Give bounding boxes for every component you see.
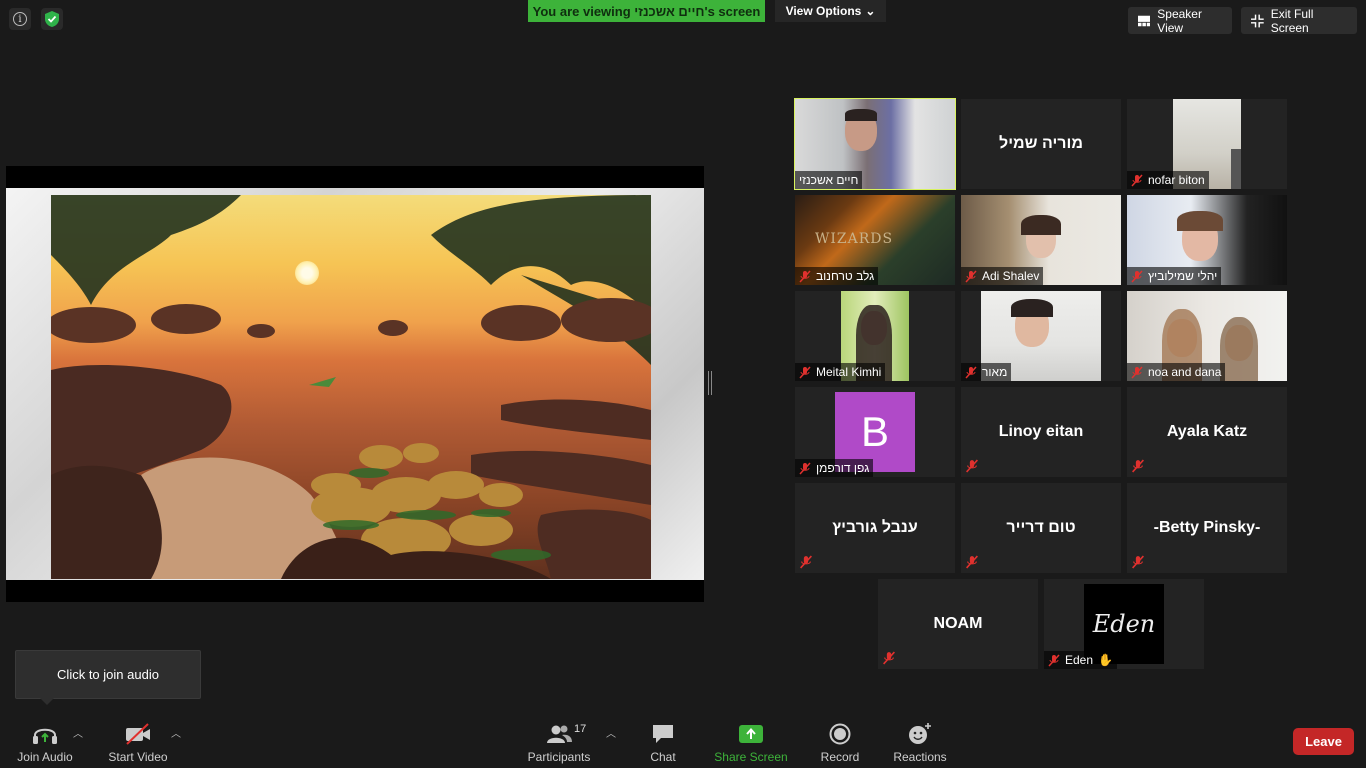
speaker-view-button[interactable]: Speaker View bbox=[1128, 6, 1232, 35]
participant-tile[interactable]: B גפן דורפמן bbox=[795, 387, 955, 477]
participant-tile[interactable]: יהלי שמילוביץ bbox=[1127, 195, 1287, 285]
participant-name-label: חיים אשכנזי bbox=[795, 171, 863, 189]
mic-muted-icon bbox=[965, 365, 977, 379]
banner-prefix: You are viewing bbox=[532, 3, 631, 19]
leave-button[interactable]: Leave bbox=[1293, 728, 1354, 755]
beach-illustration bbox=[51, 195, 651, 579]
record-icon bbox=[829, 723, 851, 745]
mic-muted-icon bbox=[1131, 269, 1143, 283]
share-screen-button[interactable]: Share Screen bbox=[714, 720, 788, 764]
participants-count: 17 bbox=[574, 723, 587, 735]
participant-name-label: Eden ✋ bbox=[1044, 651, 1117, 669]
start-video-label: Start Video bbox=[108, 750, 168, 764]
start-video-button[interactable]: Start Video bbox=[106, 720, 170, 764]
chat-button[interactable]: Chat bbox=[642, 720, 684, 764]
mic-muted-icon bbox=[799, 461, 811, 475]
record-label: Record bbox=[820, 750, 860, 764]
view-options-label: View Options bbox=[785, 4, 862, 18]
participant-tile[interactable]: Ayala Katz bbox=[1127, 387, 1287, 477]
mic-muted-icon bbox=[966, 555, 978, 569]
mic-muted-icon bbox=[1132, 555, 1144, 569]
participant-name-label: גפן דורפמן bbox=[795, 459, 874, 477]
mic-muted-icon bbox=[1131, 173, 1143, 187]
headphones-icon bbox=[33, 728, 57, 744]
participant-name: מוריה שמיל bbox=[999, 135, 1083, 152]
participant-tile[interactable]: -Betty Pinsky- bbox=[1127, 483, 1287, 573]
participant-tile[interactable]: ענבל גורביץ bbox=[795, 483, 955, 573]
participant-tile[interactable]: WIZARDS גלב טרחנוב bbox=[795, 195, 955, 285]
participant-name: טום דרייר bbox=[1006, 519, 1076, 536]
mic-muted-icon bbox=[965, 269, 977, 283]
participant-tile[interactable]: מוריה שמיל bbox=[961, 99, 1121, 189]
chat-icon bbox=[653, 725, 673, 743]
join-audio-button[interactable]: Join Audio bbox=[14, 720, 76, 764]
record-button[interactable]: Record bbox=[818, 720, 862, 764]
share-screen-label: Share Screen bbox=[714, 750, 788, 764]
participants-icon bbox=[547, 725, 572, 743]
mic-muted-icon bbox=[799, 365, 811, 379]
audio-options-caret[interactable]: ︿ bbox=[72, 727, 84, 740]
chevron-down-icon: ⌄ bbox=[865, 4, 876, 18]
exit-full-screen-label: Exit Full Screen bbox=[1270, 6, 1314, 35]
participant-tile[interactable]: NOAM bbox=[878, 579, 1038, 669]
exit-fullscreen-icon bbox=[1251, 14, 1264, 27]
participants-label: Participants bbox=[527, 750, 591, 764]
exit-full-screen-button[interactable]: Exit Full Screen bbox=[1241, 6, 1357, 35]
viewing-screen-banner: You are viewing חיים אשכנזי's screen bbox=[528, 0, 765, 22]
participant-tile[interactable]: Adi Shalev bbox=[961, 195, 1121, 285]
participant-tile[interactable]: חיים אשכנזי bbox=[794, 98, 956, 190]
participant-name: NOAM bbox=[933, 615, 983, 632]
participant-tile[interactable]: Linoy eitan bbox=[961, 387, 1121, 477]
grid-view-icon bbox=[1138, 15, 1151, 26]
mic-muted-icon bbox=[1048, 653, 1060, 667]
join-audio-label: Join Audio bbox=[17, 750, 73, 764]
participant-name-label: Adi Shalev bbox=[961, 267, 1044, 285]
view-options-button[interactable]: View Options ⌄ bbox=[775, 0, 886, 22]
participant-tile[interactable]: noa and dana bbox=[1127, 291, 1287, 381]
meeting-info-icon[interactable]: i bbox=[9, 8, 31, 30]
participant-name-label: יהלי שמילוביץ bbox=[1127, 267, 1222, 285]
participant-name: ענבל גורביץ bbox=[832, 519, 918, 536]
video-off-icon bbox=[126, 723, 150, 745]
banner-sharer-name: חיים אשכנזי's screen bbox=[634, 3, 761, 19]
participant-name: -Betty Pinsky- bbox=[1153, 519, 1261, 536]
chat-label: Chat bbox=[650, 750, 676, 764]
participant-name-label: nofar biton bbox=[1127, 171, 1209, 189]
participant-tile[interactable]: מאור bbox=[961, 291, 1121, 381]
participant-name-label: Meital Kimhi bbox=[795, 363, 886, 381]
mic-muted-icon bbox=[883, 651, 895, 665]
share-screen-icon bbox=[739, 725, 763, 743]
mic-muted-icon bbox=[799, 269, 811, 283]
participant-tile[interactable]: Eden Eden ✋ bbox=[1044, 579, 1204, 669]
mic-muted-icon bbox=[1131, 365, 1143, 379]
participant-tile[interactable]: טום דרייר bbox=[961, 483, 1121, 573]
participant-tile[interactable]: Meital Kimhi bbox=[795, 291, 955, 381]
reactions-icon bbox=[909, 723, 931, 744]
raise-hand-icon: ✋ bbox=[1098, 653, 1113, 667]
video-options-caret[interactable]: ︿ bbox=[170, 727, 182, 740]
mic-muted-icon bbox=[800, 555, 812, 569]
shared-slide bbox=[6, 188, 704, 580]
panel-splitter-handle[interactable] bbox=[708, 371, 712, 395]
mic-muted-icon bbox=[966, 459, 978, 473]
shared-image bbox=[51, 195, 651, 579]
shared-screen[interactable] bbox=[6, 166, 704, 602]
join-audio-tooltip: Click to join audio bbox=[15, 650, 201, 705]
participant-name-label: noa and dana bbox=[1127, 363, 1226, 381]
participants-options-caret[interactable]: ︿ bbox=[605, 727, 617, 740]
reactions-label: Reactions bbox=[893, 750, 947, 764]
participant-name-label: גלב טרחנוב bbox=[795, 267, 879, 285]
participant-name: Ayala Katz bbox=[1166, 423, 1248, 440]
participant-tile[interactable]: nofar biton bbox=[1127, 99, 1287, 189]
participant-name: Linoy eitan bbox=[998, 423, 1084, 440]
mic-muted-icon bbox=[1132, 459, 1144, 473]
encryption-shield-icon[interactable] bbox=[41, 8, 63, 30]
speaker-view-label: Speaker View bbox=[1157, 6, 1202, 35]
participant-name-label: מאור bbox=[961, 363, 1012, 381]
reactions-button[interactable]: Reactions bbox=[892, 720, 948, 764]
